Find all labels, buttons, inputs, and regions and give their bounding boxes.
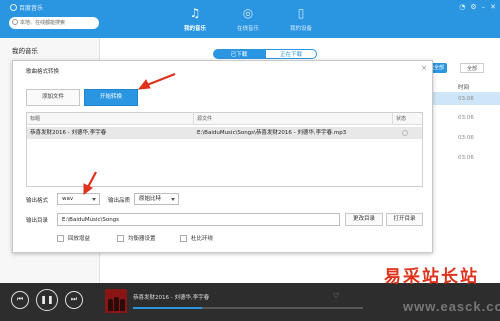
app-title-text: 百度音乐: [19, 5, 44, 12]
column-header-time: 时间: [458, 85, 470, 91]
dialog-title: 歌曲格式转换: [26, 69, 60, 75]
checkbox-label: 回放增益: [68, 236, 91, 242]
next-icon[interactable]: ⏭: [65, 291, 83, 309]
app-title: 百度音乐: [10, 3, 43, 12]
output-quality-value: 原始比特: [139, 196, 162, 202]
progress-bar[interactable]: [133, 307, 363, 309]
close-icon[interactable]: ✕: [490, 3, 496, 11]
watermark-url: www.easck.com: [403, 299, 500, 314]
tab-downloading[interactable]: 正在下载: [265, 49, 317, 59]
album-art[interactable]: [105, 289, 127, 313]
list-filter-button[interactable]: 全部: [460, 63, 484, 73]
close-icon[interactable]: ×: [421, 64, 427, 72]
checkbox-box: [57, 235, 64, 242]
album-figure: [108, 299, 113, 311]
tab-my-device[interactable]: ▯ 我的设备: [281, 6, 321, 32]
column-header-title: 标题: [27, 113, 194, 125]
tab-my-device-label: 我的设备: [289, 26, 312, 32]
album-figure: [114, 297, 119, 311]
checkbox-box: [117, 235, 124, 242]
output-format-label: 输出格式: [26, 198, 49, 204]
output-format-value: wav: [62, 196, 74, 202]
output-quality-label: 输出品质: [108, 198, 131, 204]
song-duration: 03:06: [458, 135, 474, 141]
table-row[interactable]: 恭喜发财2016 - 刘德华,李宇春 E:\BaiduMusic\Songs\恭…: [27, 127, 422, 139]
search-box[interactable]: [9, 17, 99, 29]
heart-icon[interactable]: ♡: [333, 292, 339, 300]
file-table: 标题 源文件 状态 恭喜发财2016 - 刘德华,李宇春 E:\BaiduMus…: [26, 112, 423, 187]
tab-downloaded[interactable]: 已下载: [213, 49, 265, 59]
tab-my-music-label: 我的音乐: [183, 26, 206, 32]
format-convert-dialog: 歌曲格式转换 × 添加文件 开始转换 标题 源文件 状态 恭喜发财2016 - …: [12, 60, 433, 253]
chevron-down-icon: [92, 198, 96, 201]
baidu-music-logo-icon: [10, 4, 17, 11]
tab-online-music-label: 在线音乐: [236, 26, 259, 32]
globe-icon: ◎: [242, 6, 254, 20]
search-icon: [12, 19, 18, 25]
tab-my-music[interactable]: ♫ 我的音乐: [175, 6, 215, 32]
start-convert-button[interactable]: 开始转换: [84, 89, 138, 106]
pause-icon[interactable]: ❚❚: [36, 289, 58, 311]
checkbox-label: 均衡器设置: [128, 236, 156, 242]
now-playing-title: 恭喜发财2016 - 刘德华,李宇春: [133, 295, 210, 301]
tab-online-music[interactable]: ◎ 在线音乐: [228, 6, 268, 32]
search-input[interactable]: [20, 17, 96, 29]
phone-icon: ▯: [297, 6, 305, 20]
music-note-icon: ♫: [189, 6, 201, 20]
add-file-button[interactable]: 添加文件: [26, 89, 80, 106]
window-controls: ◔ ⚙ – ✕: [459, 3, 496, 11]
song-duration: 03:06: [458, 115, 474, 121]
change-dir-button[interactable]: 更改目录: [345, 213, 383, 226]
song-duration: 03:06: [458, 155, 474, 161]
replay-gain-checkbox[interactable]: 回放增益: [57, 235, 90, 243]
status-icon: [402, 130, 408, 136]
row-source: E:\BaiduMusic\Songs\恭喜发财2016 - 刘德华,李宇春.m…: [197, 130, 347, 136]
app-header: 百度音乐 ♫ 我的音乐 ◎ 在线音乐 ▯ 我的设备 ◔ ⚙ – ✕: [0, 0, 500, 38]
watermark-text: 易采站长站: [384, 267, 479, 287]
skin-icon[interactable]: ◔: [459, 3, 465, 11]
song-duration: 03:06: [458, 96, 474, 102]
output-quality-select[interactable]: 原始比特: [134, 193, 179, 205]
album-figure: [120, 299, 125, 311]
column-header-source: 源文件: [194, 113, 393, 125]
column-header-status: 状态: [393, 113, 422, 125]
output-format-select[interactable]: wav: [57, 193, 100, 205]
chevron-down-icon: [171, 198, 175, 201]
output-dir-field[interactable]: [57, 213, 340, 226]
minimize-icon[interactable]: –: [482, 3, 486, 11]
dolby-surround-checkbox[interactable]: 杜比环绕: [180, 235, 213, 243]
checkbox-label: 杜比环绕: [191, 236, 214, 242]
output-dir-label: 输出目录: [26, 218, 49, 224]
open-dir-button[interactable]: 打开目录: [386, 213, 423, 226]
settings-icon[interactable]: ⚙: [470, 3, 476, 11]
checkbox-box: [180, 235, 187, 242]
sidebar-title: 我的音乐: [12, 47, 38, 55]
previous-icon[interactable]: ⏮: [11, 291, 29, 309]
equalizer-checkbox[interactable]: 均衡器设置: [117, 235, 156, 243]
progress-fill: [133, 307, 202, 309]
row-title: 恭喜发财2016 - 刘德华,李宇春: [30, 130, 107, 136]
